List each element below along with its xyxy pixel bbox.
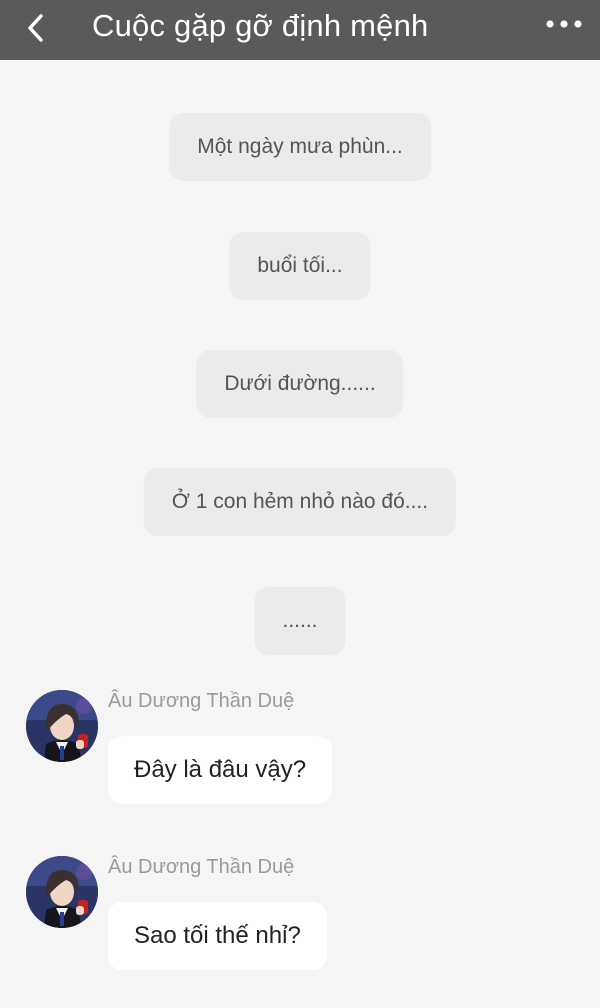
- avatar[interactable]: [26, 856, 98, 928]
- page-title: Cuộc gặp gỡ định mệnh: [92, 8, 429, 43]
- sender-name: Âu Dương Thần Duệ: [108, 690, 295, 712]
- narration-bubble: ......: [254, 587, 346, 655]
- narration-bubble: Dưới đường......: [196, 350, 404, 418]
- more-options-button[interactable]: [540, 4, 588, 44]
- top-bar: Cuộc gặp gỡ định mệnh: [0, 0, 600, 60]
- message-bubble: Sao tối thế nhỉ?: [108, 902, 327, 970]
- back-button[interactable]: [14, 6, 58, 50]
- more-horizontal-icon: [546, 20, 582, 28]
- chevron-left-icon: [28, 14, 43, 42]
- avatar[interactable]: [26, 690, 98, 762]
- sender-name: Âu Dương Thần Duệ: [108, 856, 295, 878]
- message-bubble: Đây là đâu vậy?: [108, 736, 333, 804]
- narration-bubble: buổi tối...: [229, 232, 371, 300]
- narration-bubble: Một ngày mưa phùn...: [169, 113, 431, 181]
- narration-bubble: Ở 1 con hẻm nhỏ nào đó....: [143, 468, 457, 536]
